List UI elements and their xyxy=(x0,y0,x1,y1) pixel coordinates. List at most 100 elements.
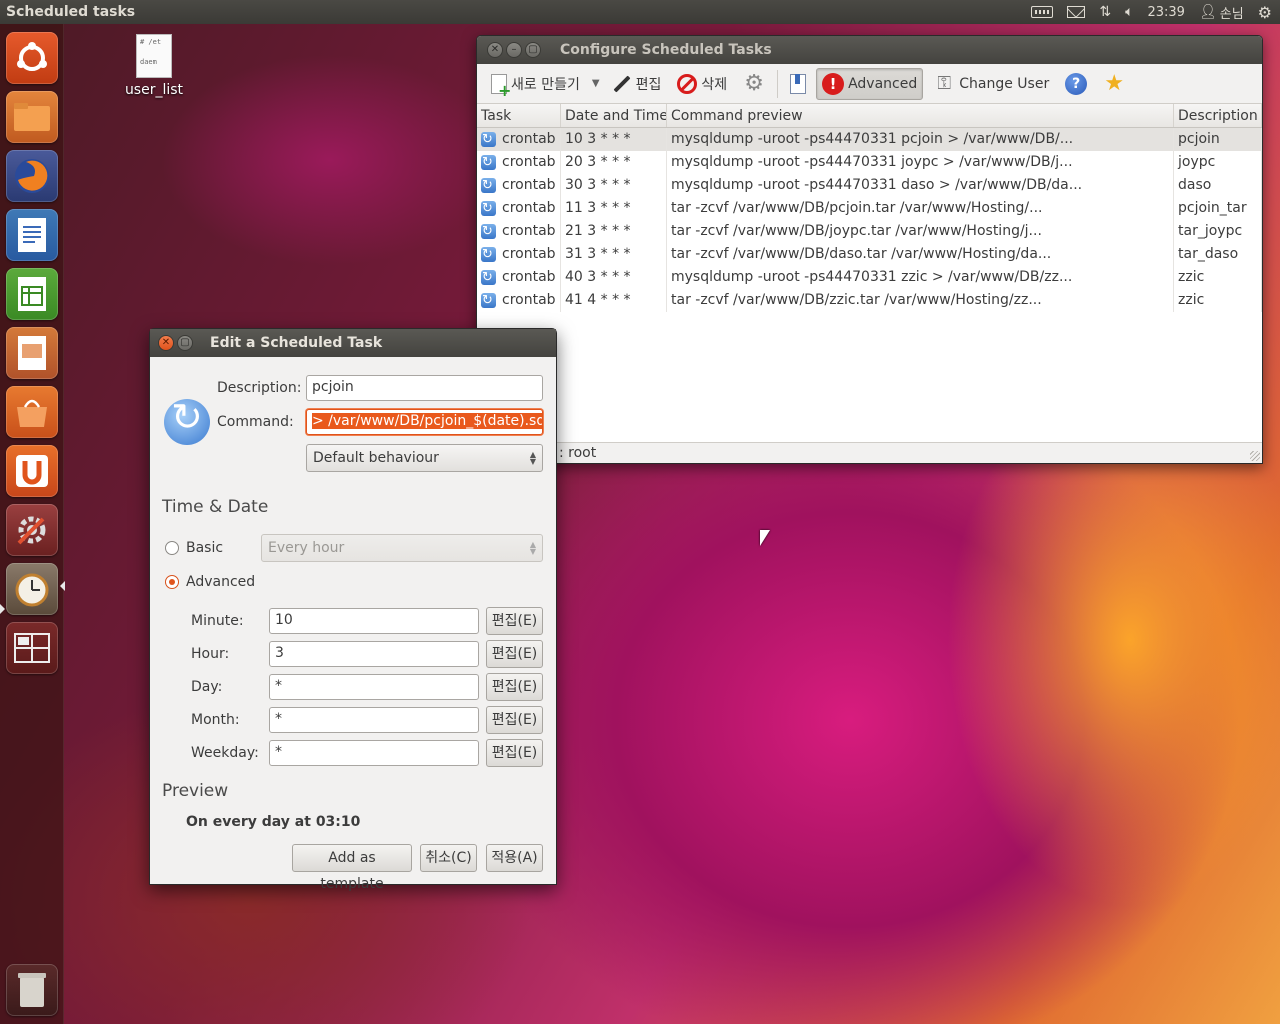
basic-frequency-value: Every hour xyxy=(268,540,345,556)
resize-grip[interactable] xyxy=(1250,451,1260,461)
libreoffice-impress-icon[interactable] xyxy=(6,327,58,379)
close-icon[interactable]: ✕ xyxy=(487,42,503,58)
dialog-title: Edit a Scheduled Task xyxy=(210,335,383,351)
table-row[interactable]: crontab 21 3 * * * tar -zcvf /var/www/DB… xyxy=(477,220,1262,243)
table-row[interactable]: crontab 10 3 * * * mysqldump -uroot -ps4… xyxy=(477,128,1262,151)
command-cell: mysqldump -uroot -ps44470331 joypc > /va… xyxy=(667,151,1174,174)
firefox-icon[interactable] xyxy=(6,150,58,202)
when-cell: 40 3 * * * xyxy=(561,266,667,289)
gears-icon: ⚙ xyxy=(744,70,764,96)
dialog-titlebar[interactable]: ✕ ▢ Edit a Scheduled Task xyxy=(150,329,556,357)
behaviour-value: Default behaviour xyxy=(313,450,439,466)
system-settings-icon[interactable] xyxy=(6,504,58,556)
day-input[interactable]: * xyxy=(269,674,479,700)
spin-arrows-icon: ▲ ▼ xyxy=(529,540,536,556)
command-cell: tar -zcvf /var/www/DB/joypc.tar /var/www… xyxy=(667,220,1174,243)
dash-home-icon[interactable] xyxy=(6,32,58,84)
hour-input[interactable]: 3 xyxy=(269,641,479,667)
month-edit-button[interactable]: 편집(E) xyxy=(486,706,543,734)
table-row[interactable]: crontab 31 3 * * * tar -zcvf /var/www/DB… xyxy=(477,243,1262,266)
minute-input[interactable]: 10 xyxy=(269,608,479,634)
trash-icon[interactable] xyxy=(6,964,58,1016)
table-row[interactable]: crontab 40 3 * * * mysqldump -uroot -ps4… xyxy=(477,266,1262,289)
clock[interactable]: 23:39 xyxy=(1147,5,1184,20)
column-header-date-time[interactable]: Date and Time xyxy=(561,104,667,127)
minute-edit-button[interactable]: 편집(E) xyxy=(486,607,543,635)
close-icon[interactable]: ✕ xyxy=(158,335,174,351)
weekday-input[interactable]: * xyxy=(269,740,479,766)
command-cell: mysqldump -uroot -ps44470331 pcjoin > /v… xyxy=(667,128,1174,151)
volume-icon[interactable]: 🔈︎ xyxy=(1125,4,1133,20)
mail-icon[interactable] xyxy=(1067,6,1086,18)
run-task-button[interactable]: ⚙ xyxy=(737,68,771,100)
task-name: crontab xyxy=(502,292,556,308)
when-cell: 41 4 * * * xyxy=(561,289,667,312)
chevron-down-icon[interactable]: ▼ xyxy=(592,78,600,89)
advanced-label[interactable]: Advanced xyxy=(186,574,255,590)
libreoffice-writer-icon[interactable] xyxy=(6,209,58,261)
maximize-icon[interactable]: ▢ xyxy=(525,42,541,58)
description-cell: zzic xyxy=(1174,289,1262,312)
change-user-button[interactable]: ⚿ Change User xyxy=(927,68,1055,100)
task-cell: crontab xyxy=(477,243,561,266)
maximize-icon[interactable]: ▢ xyxy=(177,335,193,351)
libreoffice-calc-icon[interactable] xyxy=(6,268,58,320)
delete-task-button[interactable]: 삭제 xyxy=(671,68,733,100)
month-input[interactable]: * xyxy=(269,707,479,733)
keys-icon: ⚿ xyxy=(937,72,952,94)
basic-radio[interactable] xyxy=(165,541,179,555)
workspace-switcher-icon[interactable] xyxy=(6,622,58,674)
description-input[interactable]: pcjoin xyxy=(306,375,543,401)
crontab-icon xyxy=(481,289,496,312)
spin-arrows-icon: ▲ ▼ xyxy=(529,450,536,466)
scheduled-tasks-icon[interactable] xyxy=(6,563,58,615)
new-document-icon xyxy=(491,73,511,100)
session-gear-icon[interactable]: ⚙ xyxy=(1258,3,1272,22)
behaviour-select[interactable]: Default behaviour ▲ ▼ xyxy=(306,444,543,472)
table-row[interactable]: crontab 20 3 * * * mysqldump -uroot -ps4… xyxy=(477,151,1262,174)
table-row[interactable]: crontab 30 3 * * * mysqldump -uroot -ps4… xyxy=(477,174,1262,197)
task-name: crontab xyxy=(502,269,556,285)
day-edit-button[interactable]: 편집(E) xyxy=(486,673,543,701)
new-task-label: 새로 만들기 xyxy=(511,76,580,93)
apply-button[interactable]: 적용(A) xyxy=(486,844,543,872)
minimize-icon[interactable]: – xyxy=(506,42,522,58)
advanced-toggle-button[interactable]: ! Advanced xyxy=(816,67,924,100)
weekday-label: Weekday: xyxy=(191,745,259,761)
add-as-template-button[interactable]: Add as template xyxy=(292,844,412,892)
hour-edit-button[interactable]: 편집(E) xyxy=(486,640,543,668)
main-window-titlebar[interactable]: ✕ – ▢ Configure Scheduled Tasks xyxy=(477,36,1262,64)
cancel-button[interactable]: 취소(C) xyxy=(420,844,477,872)
status-bar: : root xyxy=(477,442,1262,462)
command-cell: mysqldump -uroot -ps44470331 daso > /var… xyxy=(667,174,1174,197)
task-cell: crontab xyxy=(477,151,561,174)
task-cell: crontab xyxy=(477,197,561,220)
basic-label[interactable]: Basic xyxy=(186,540,223,556)
software-center-icon[interactable] xyxy=(6,386,58,438)
help-button[interactable]: ? xyxy=(1059,68,1093,100)
command-input[interactable]: > /var/www/DB/pcjoin_$(date).sql xyxy=(306,409,543,435)
table-row[interactable]: crontab 41 4 * * * tar -zcvf /var/www/DB… xyxy=(477,289,1262,312)
weekday-edit-button[interactable]: 편집(E) xyxy=(486,739,543,767)
advanced-radio[interactable] xyxy=(165,575,179,589)
preview-text: On every day at 03:10 xyxy=(186,814,361,830)
user-menu[interactable]: 👤︎ 손님 xyxy=(1199,3,1244,22)
new-task-button[interactable]: 새로 만들기 xyxy=(485,68,586,100)
keyboard-icon[interactable] xyxy=(1031,6,1054,18)
column-header-description[interactable]: Description xyxy=(1174,104,1262,127)
ubuntu-one-icon[interactable] xyxy=(6,445,58,497)
crontab-icon xyxy=(481,197,496,220)
network-icon[interactable]: ⇅ xyxy=(1099,4,1111,20)
edit-task-dialog: ✕ ▢ Edit a Scheduled Task Description: p… xyxy=(149,328,557,892)
column-header-task[interactable]: Task xyxy=(477,104,561,127)
table-row[interactable]: crontab 11 3 * * * tar -zcvf /var/www/DB… xyxy=(477,197,1262,220)
task-cell: crontab xyxy=(477,289,561,312)
star-icon: ★ xyxy=(1104,70,1125,96)
desktop-file-user-list[interactable]: # /et daem user_list xyxy=(114,34,194,98)
template-button[interactable] xyxy=(784,68,812,100)
description-cell: tar_joypc xyxy=(1174,220,1262,243)
column-header-command[interactable]: Command preview xyxy=(667,104,1174,127)
edit-task-button[interactable]: 편집 xyxy=(604,68,668,100)
files-icon[interactable] xyxy=(6,91,58,143)
about-button[interactable]: ★ xyxy=(1097,68,1131,100)
